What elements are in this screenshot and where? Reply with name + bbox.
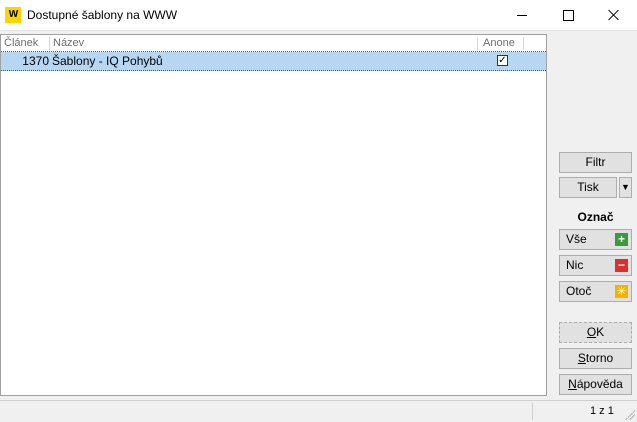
cancel-button[interactable]: Storno [559,348,632,369]
help-button[interactable]: Nápověda [559,374,632,395]
cancel-label: torno [585,351,614,365]
plus-icon: + [615,233,628,246]
invert-icon: ✳ [615,284,628,298]
filter-button[interactable]: Filtr [559,152,632,173]
ok-button[interactable]: OK [559,322,632,343]
select-group-label: Označ [577,210,614,224]
column-header-anone[interactable]: Anone [483,37,524,50]
select-none-label: Nic [566,258,584,272]
templates-grid[interactable]: Článek Název Anone 1370 Šablony - IQ Poh… [0,34,547,396]
select-all-button[interactable]: Vše + [559,229,632,250]
help-label: ápověda [576,377,623,391]
close-button[interactable] [591,0,637,30]
status-bar: 1 z 1 [0,400,637,422]
print-dropdown-button[interactable]: ▼ [619,177,632,198]
minimize-button[interactable] [499,0,545,30]
cancel-accesskey: S [577,351,586,365]
resize-grip-icon[interactable] [625,410,635,420]
maximize-icon [562,9,574,21]
cell-clanek: 1370 [22,54,49,68]
column-header-clanek[interactable]: Článek [4,37,50,50]
invert-selection-label: Otoč [566,284,592,298]
invert-selection-button[interactable]: Otoč ✳ [559,281,632,302]
ok-label: K [596,325,605,339]
ok-accesskey: O [586,325,597,339]
print-button[interactable]: Tisk [559,177,617,198]
select-none-button[interactable]: Nic − [559,255,632,276]
select-all-label: Vše [566,232,587,246]
title-bar: W Dostupné šablony na WWW [0,0,637,31]
table-row[interactable]: 1370 Šablony - IQ Pohybů ✓ [1,52,546,71]
window-title: Dostupné šablony na WWW [27,8,178,22]
minimize-icon [517,14,527,16]
record-count: 1 z 1 [590,405,614,417]
maximize-button[interactable] [545,0,591,30]
grid-header: Článek Název Anone [1,35,546,52]
chevron-down-icon: ▼ [621,182,630,192]
app-logo-icon: W [5,7,21,23]
status-divider [532,403,533,420]
close-icon [608,9,620,21]
cell-nazev: Šablony - IQ Pohybů [52,54,163,68]
column-header-nazev[interactable]: Název [53,37,478,50]
minus-icon: − [615,259,628,272]
help-accesskey: N [568,377,577,391]
anone-checkbox[interactable]: ✓ [497,55,508,66]
